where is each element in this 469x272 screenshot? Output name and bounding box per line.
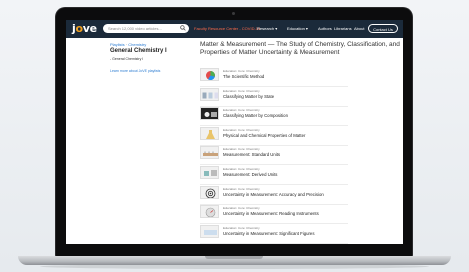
video-category: Education: Core: Chemistry [223, 147, 260, 152]
playlist-item[interactable]: - General Chemistry I [110, 57, 143, 62]
jove-logo[interactable]: jove [72, 22, 97, 36]
video-thumbnail[interactable] [200, 166, 219, 179]
webcam-icon [232, 12, 235, 15]
video-thumbnail[interactable] [200, 146, 219, 160]
video-category: Education: Core: Chemistry [223, 206, 260, 211]
video-thumbnail[interactable] [200, 87, 219, 101]
video-row[interactable]: Education: Core: Chemistry Classifying Ma… [200, 105, 348, 127]
video-category: Education: Core: Chemistry [223, 69, 260, 73]
video-title[interactable]: The Scientific Method [223, 74, 264, 80]
video-thumbnail[interactable] [200, 126, 219, 140]
video-row[interactable]: Education: Core: Chemistry The Scientific… [200, 66, 348, 87]
laptop-screen: jove Search 12,000 video articles... Fac… [66, 20, 403, 244]
nav-education[interactable]: Education ▾ [287, 26, 308, 32]
video-title[interactable]: Uncertainty in Measurement: Accuracy and… [223, 192, 324, 198]
video-thumbnail[interactable] [200, 107, 219, 121]
video-row[interactable]: Education: Core: Chemistry Uncertainty in… [200, 223, 348, 244]
site-header: jove Search 12,000 video articles... Fac… [66, 20, 403, 38]
video-thumbnail[interactable] [200, 68, 219, 81]
video-title[interactable]: Classifying Matter by State [223, 94, 274, 100]
video-row[interactable]: Education: Core: Chemistry Measurement: S… [200, 144, 348, 166]
playlist-title: General Chemistry I [110, 48, 167, 54]
nav-librarians[interactable]: Librarians [334, 26, 352, 32]
page-title: Matter & Measurement — The Study of Chem… [200, 41, 400, 56]
nav-research[interactable]: Research ▾ [257, 26, 277, 32]
video-title[interactable]: Measurement: Standard Units [223, 152, 280, 158]
search-icon[interactable] [180, 25, 186, 31]
video-thumbnail[interactable] [200, 205, 219, 219]
video-category: Education: Core: Chemistry [223, 167, 260, 171]
video-row[interactable]: Education: Core: Chemistry Uncertainty in… [200, 203, 348, 225]
video-title[interactable]: Classifying Matter by Composition [223, 113, 288, 119]
video-title[interactable]: Uncertainty in Measurement: Significant … [223, 231, 314, 237]
video-title[interactable]: Uncertainty in Measurement: Reading Inst… [223, 211, 319, 217]
video-row[interactable]: Education: Core: Chemistry Measurement: D… [200, 164, 348, 185]
covid-resource-link[interactable]: Faculty Resource Center - COVID-19 [194, 26, 260, 32]
video-thumbnail[interactable] [200, 224, 219, 238]
video-category: Education: Core: Chemistry [223, 186, 260, 191]
nav-authors[interactable]: Authors [318, 26, 332, 32]
video-category: Education: Core: Chemistry [223, 88, 260, 93]
video-title[interactable]: Measurement: Derived Units [223, 172, 277, 178]
video-category: Education: Core: Chemistry [223, 225, 260, 230]
contact-us-button[interactable]: Contact Us [368, 24, 398, 33]
video-category: Education: Core: Chemistry [223, 127, 260, 132]
search-input[interactable]: Search 12,000 video articles... [103, 24, 189, 33]
nav-about[interactable]: About [354, 26, 364, 32]
laptop-hinge-notch [205, 256, 263, 259]
video-title[interactable]: Physical and Chemical Properties of Matt… [223, 133, 305, 139]
video-row[interactable]: Education: Core: Chemistry Physical and C… [200, 125, 348, 146]
video-row[interactable]: Education: Core: Chemistry Uncertainty in… [200, 184, 348, 205]
search-placeholder: Search 12,000 video articles... [108, 26, 162, 31]
video-row[interactable]: Education: Core: Chemistry Classifying Ma… [200, 86, 348, 107]
video-thumbnail[interactable] [200, 185, 219, 199]
learn-more-link[interactable]: Learn more about JoVE playlists [110, 69, 160, 74]
video-category: Education: Core: Chemistry [223, 108, 260, 113]
